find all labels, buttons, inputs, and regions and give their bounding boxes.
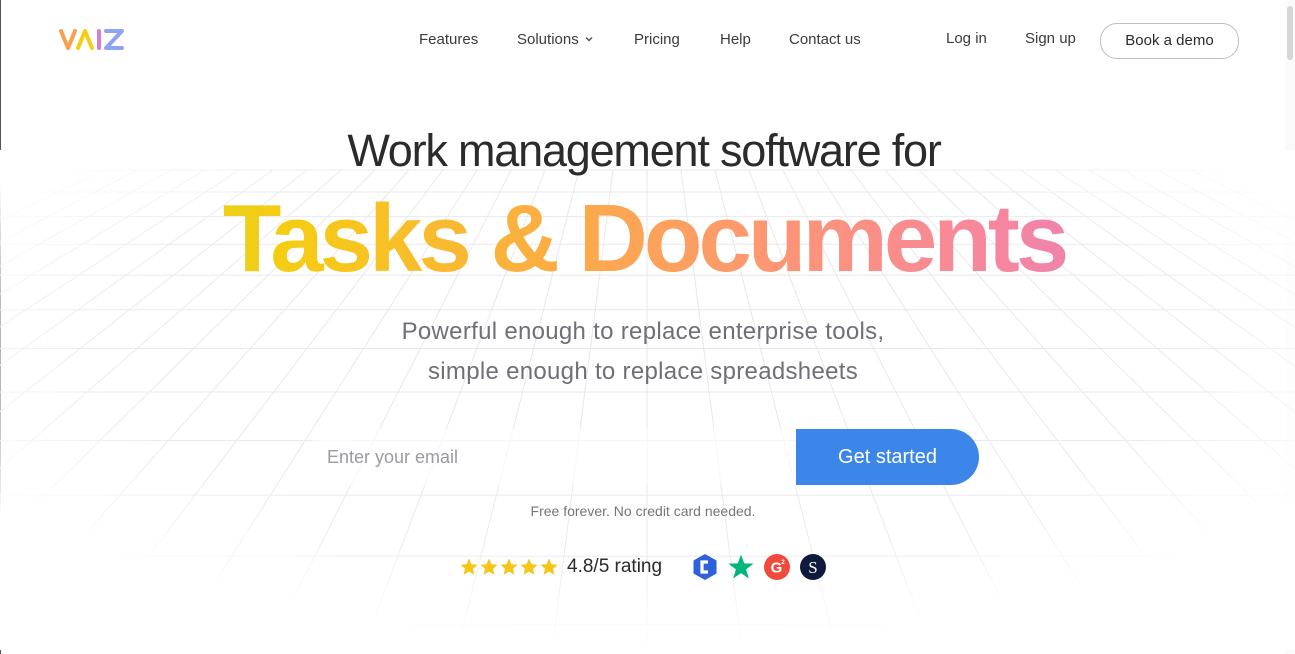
trustpilot-star-icon[interactable] <box>727 553 755 581</box>
nav-features[interactable]: Features <box>419 30 478 50</box>
login-link[interactable]: Log in <box>946 29 987 49</box>
nav-solutions-label: Solutions <box>517 31 579 48</box>
free-note: Free forever. No credit card needed. <box>530 503 756 519</box>
email-input[interactable] <box>307 429 796 485</box>
nav-contact[interactable]: Contact us <box>789 30 861 50</box>
sourceforge-badge-icon[interactable]: S <box>799 553 827 581</box>
rating-stars <box>459 557 559 577</box>
chevron-down-icon <box>585 36 593 42</box>
capterra-badge-icon[interactable] <box>691 553 719 581</box>
nav-help[interactable]: Help <box>720 30 751 50</box>
star-icon <box>460 558 478 575</box>
star-icon <box>520 558 538 575</box>
signup-link[interactable]: Sign up <box>1025 29 1076 49</box>
hero-subtitle-line1: Powerful enough to replace enterprise to… <box>401 318 885 345</box>
nav-solutions[interactable]: Solutions <box>517 30 593 50</box>
svg-text:S: S <box>808 558 817 577</box>
nav-pricing[interactable]: Pricing <box>634 30 680 50</box>
book-demo-button[interactable]: Book a demo <box>1100 23 1239 59</box>
scrollbar[interactable] <box>1285 0 1295 654</box>
get-started-button[interactable]: Get started <box>796 429 979 485</box>
star-icon <box>540 558 558 575</box>
g2-badge-icon[interactable]: G 2 <box>763 553 791 581</box>
star-icon <box>500 558 518 575</box>
hero-gradient-heading: Tasks & Documents <box>0 184 1288 294</box>
star-icon <box>480 558 498 575</box>
rating-text: 4.8/5 rating <box>567 556 663 577</box>
hero-heading: Work management software for <box>347 125 942 176</box>
hero-subtitle-line2: simple enough to replace spreadsheets <box>427 358 859 385</box>
